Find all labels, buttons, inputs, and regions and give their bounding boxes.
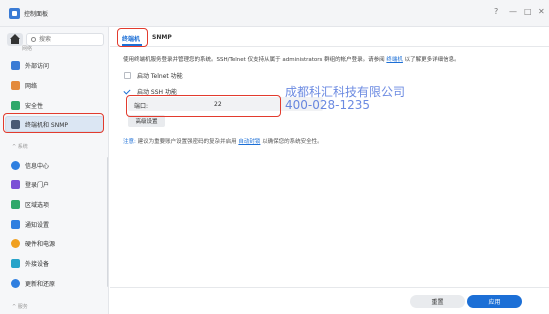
sidebar-item-external-devices[interactable]: 外接设备 — [5, 255, 104, 271]
apply-button[interactable]: 应用 — [467, 295, 522, 308]
home-icon[interactable] — [7, 33, 23, 46]
control-panel-icon — [9, 8, 20, 19]
sidebar-item-security[interactable]: 安全性 — [5, 97, 104, 113]
sidebar-item-label: 区域选项 — [25, 201, 50, 209]
sidebar-item-label: 登录门户 — [25, 181, 50, 189]
security-shield-icon — [11, 100, 20, 110]
tab-terminal[interactable]: 终端机 — [122, 34, 140, 43]
telnet-label: 启动 Telnet 功能 — [137, 73, 183, 80]
ssh-label: 启动 SSH 功能 — [137, 89, 177, 96]
search-input[interactable] — [39, 34, 99, 45]
telnet-option[interactable]: 启动 Telnet 功能 — [124, 71, 183, 80]
reset-button[interactable]: 重置 — [410, 295, 465, 308]
sidebar-item-label: 外接设备 — [25, 260, 50, 268]
sidebar-scrollbar[interactable] — [107, 157, 108, 287]
auto-block-link[interactable]: 自动封锁 — [238, 139, 260, 145]
sidebar-item-notification[interactable]: 通知设置 — [5, 216, 104, 232]
minimize-icon[interactable]: — — [509, 7, 517, 16]
sidebar-item-login-portal[interactable]: 登录门户 — [5, 176, 104, 192]
watermark-phone: 400-028-1235 — [285, 98, 371, 112]
external-devices-icon — [11, 258, 20, 268]
section-services[interactable]: ^ 服务 — [12, 303, 28, 310]
terminal-icon — [11, 119, 20, 129]
sidebar: 网络 外部访问 网络 安全性 终端机和 SNMP ^ 系统 信息中心 登录门户 … — [0, 27, 109, 314]
sidebar-item-label: 网络 — [25, 82, 38, 90]
external-access-icon — [11, 60, 20, 70]
port-label: 端口: — [134, 103, 149, 110]
sidebar-item-label: 通知设置 — [25, 221, 50, 229]
telnet-checkbox[interactable] — [124, 72, 131, 79]
notification-icon — [11, 219, 20, 229]
section-system[interactable]: ^ 系统 — [12, 143, 28, 150]
sidebar-item-regional-options[interactable]: 区域选项 — [5, 196, 104, 212]
terminal-description: 使用终端机服务登录并管理您的系统。SSH/Telnet 仅支持从属于 admin… — [123, 57, 460, 63]
security-note: 注意: 建议为重要账户设置强密码的复杂并启用 自动封锁 以确保您的系统安全性。 — [123, 139, 323, 145]
sidebar-item-external-access[interactable]: 外部访问 — [5, 57, 104, 73]
sidebar-cut-label: 网络 — [22, 46, 33, 52]
search-icon — [31, 37, 36, 42]
sidebar-item-hardware-power[interactable]: 硬件和电源 — [5, 235, 104, 251]
login-portal-icon — [11, 179, 20, 189]
title-bar: 控制面板 ? — □ ✕ — [0, 0, 549, 27]
sidebar-item-info-center[interactable]: 信息中心 — [5, 157, 104, 173]
terminal-help-link[interactable]: 终端机 — [386, 57, 403, 63]
sidebar-item-label: 安全性 — [25, 102, 44, 110]
ssh-option[interactable]: 启动 SSH 功能 — [124, 87, 177, 96]
maximize-icon[interactable]: □ — [524, 7, 532, 16]
sidebar-item-terminal-snmp[interactable]: 终端机和 SNMP — [5, 116, 104, 132]
footer-bar: 重置 应用 — [110, 287, 549, 314]
network-icon — [11, 80, 20, 90]
hardware-power-icon — [11, 238, 20, 248]
sidebar-item-label: 更新和还原 — [25, 280, 56, 288]
sidebar-item-label: 终端机和 SNMP — [25, 121, 68, 129]
info-center-icon — [11, 160, 20, 170]
ssh-checkbox[interactable] — [124, 88, 131, 95]
sidebar-item-network[interactable]: 网络 — [5, 77, 104, 93]
regional-options-icon — [11, 199, 20, 209]
close-icon[interactable]: ✕ — [538, 7, 545, 16]
update-restore-icon — [11, 278, 20, 288]
search-box[interactable] — [26, 33, 104, 46]
sidebar-item-label: 外部访问 — [25, 62, 50, 70]
window-title: 控制面板 — [24, 11, 49, 18]
sidebar-item-update-restore[interactable]: 更新和还原 — [5, 275, 104, 291]
sidebar-item-label: 信息中心 — [25, 162, 50, 170]
advanced-settings-button[interactable]: 高级设置 — [128, 115, 165, 127]
help-icon[interactable]: ? — [494, 7, 498, 16]
sidebar-item-label: 硬件和电源 — [25, 240, 56, 248]
tab-snmp[interactable]: SNMP — [152, 34, 172, 41]
